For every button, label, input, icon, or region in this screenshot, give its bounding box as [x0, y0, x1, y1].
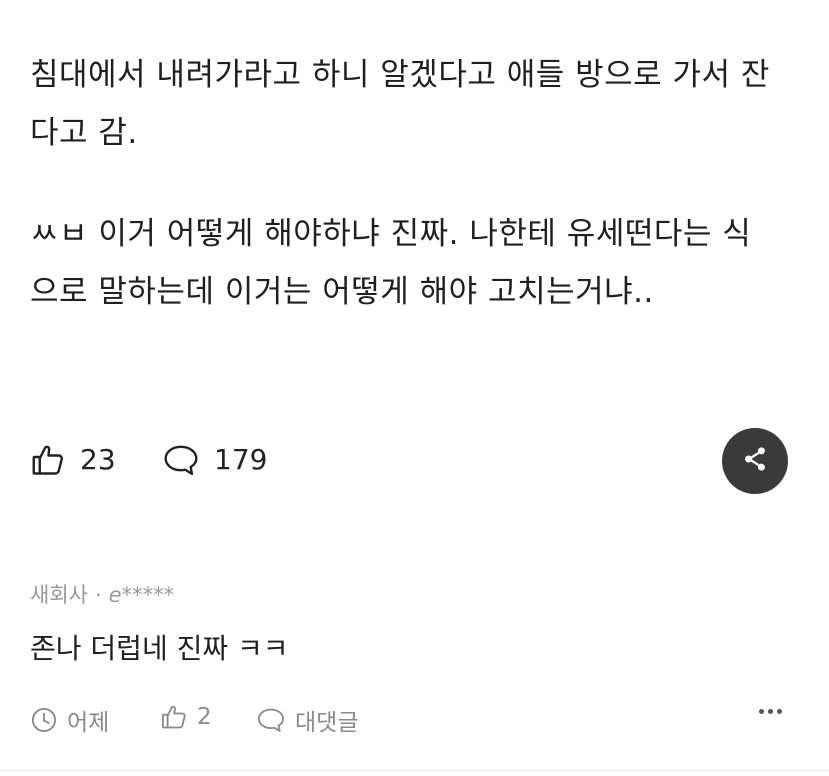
comment-time: 어제 — [30, 703, 109, 737]
more-dot — [777, 709, 782, 714]
post-paragraph-2: ㅆㅂ 이거 어떻게 해야하냐 진짜. 나한테 유세떤다는 식 으로 말하는데 이… — [30, 216, 752, 310]
speech-bubble-icon — [162, 442, 200, 478]
post-paragraph-1: 침대에서 내려가라고 하니 알겠다고 애들 방으로 가서 잔 다고 감. — [30, 57, 770, 151]
like-button[interactable]: 23 — [30, 442, 116, 478]
share-button[interactable] — [722, 428, 788, 494]
thumbs-up-icon — [30, 442, 66, 478]
comment-like-count: 2 — [197, 704, 212, 730]
speech-bubble-icon — [256, 706, 295, 734]
comment-author: e***** — [108, 583, 175, 607]
thumbs-up-icon — [160, 703, 197, 731]
more-dot — [759, 709, 764, 714]
comment-text: 존나 더럽네 진짜 ㅋㅋ — [30, 632, 289, 665]
reply-button[interactable]: 대댓글 — [256, 703, 358, 737]
comment-count: 179 — [214, 443, 268, 476]
comment-company: 새회사 — [30, 583, 88, 607]
clock-icon — [30, 706, 67, 734]
share-icon — [741, 445, 769, 477]
more-dots-icon[interactable] — [759, 709, 782, 714]
like-count: 23 — [80, 443, 116, 476]
comment-like-button[interactable]: 2 — [160, 703, 212, 731]
meta-separator: · — [94, 583, 102, 607]
comment-meta: 새회사 · e***** — [30, 578, 800, 612]
comment-time-label: 어제 — [67, 710, 110, 736]
comment-item: 새회사 · e***** 존나 더럽네 진짜 ㅋㅋ 어제 2 대댓글 — [30, 578, 800, 739]
more-dot — [768, 709, 773, 714]
divider — [0, 770, 829, 771]
comment-button[interactable]: 179 — [162, 442, 267, 478]
comment-actions: 어제 2 대댓글 — [30, 703, 800, 739]
post-action-bar: 23 179 — [30, 428, 800, 494]
reply-label: 대댓글 — [295, 710, 359, 736]
post-body: 침대에서 내려가라고 하니 알겠다고 애들 방으로 가서 잔 다고 감. ㅆㅂ … — [30, 46, 800, 321]
